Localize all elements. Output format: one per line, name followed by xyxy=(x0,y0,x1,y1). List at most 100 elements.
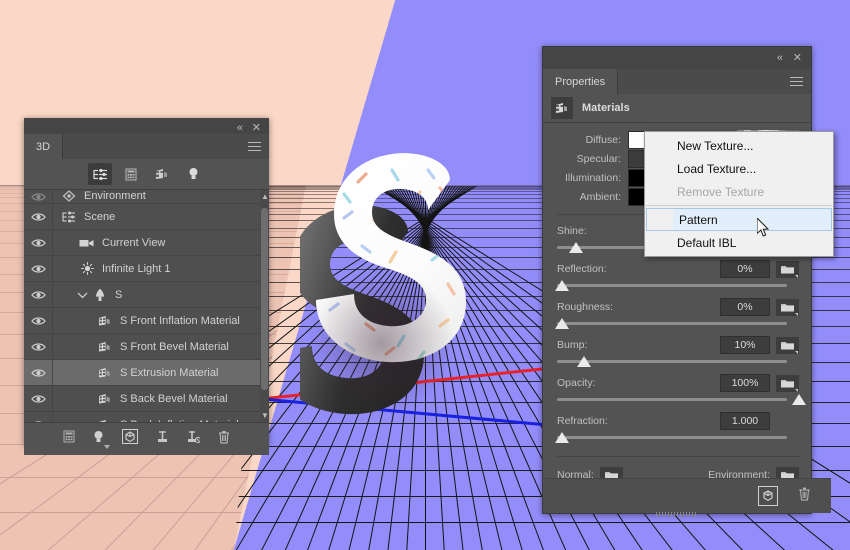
scene-tree-row[interactable]: S Back Inflation Material xyxy=(24,412,269,424)
letter-s-3d-object[interactable] xyxy=(274,148,535,443)
render-icon[interactable] xyxy=(122,429,138,449)
material-property-value[interactable]: 10% xyxy=(720,336,770,354)
visibility-toggle[interactable] xyxy=(24,360,53,385)
material-property-value[interactable]: 100% xyxy=(720,374,770,392)
scene-tree-row[interactable]: S Back Bevel Material xyxy=(24,386,269,412)
material-property-slider[interactable] xyxy=(557,356,799,370)
visibility-toggle[interactable] xyxy=(24,282,53,307)
scene-filter-icon[interactable] xyxy=(88,163,112,185)
chevron-down-icon[interactable] xyxy=(795,388,798,392)
scene-tree-row[interactable]: Infinite Light 1 xyxy=(24,256,269,282)
scene-tree-row[interactable]: Environment xyxy=(24,190,269,204)
scene-tree-row[interactable]: S Front Inflation Material xyxy=(24,308,269,334)
material-property-value[interactable]: 1.000 xyxy=(720,412,770,430)
scene-tree-row[interactable]: Scene xyxy=(24,204,269,230)
slider-thumb[interactable] xyxy=(554,280,569,291)
texture-folder-button[interactable] xyxy=(776,374,799,392)
disclosure-triangle-icon[interactable] xyxy=(77,291,88,299)
collapse-icon[interactable]: « xyxy=(237,122,243,134)
slider-track[interactable] xyxy=(557,284,787,287)
material-property-slider[interactable] xyxy=(557,394,806,408)
eye-icon[interactable] xyxy=(30,316,46,326)
slider-thumb[interactable] xyxy=(554,432,569,443)
tab-3d[interactable]: 3D xyxy=(24,134,64,159)
scene-tree-row[interactable]: S xyxy=(24,282,269,308)
properties-panel[interactable]: « ✕ Properties Materials Diffuse: Specul… xyxy=(542,46,831,517)
remove-constraint-icon[interactable] xyxy=(187,430,202,449)
texture-context-menu[interactable]: New Texture... Load Texture... Remove Text… xyxy=(644,131,834,257)
scrollbar-thumb[interactable] xyxy=(261,208,268,390)
3d-panel-footer-toolbar[interactable] xyxy=(24,423,269,455)
material-property-value[interactable]: 0% xyxy=(720,260,770,278)
eye-icon[interactable] xyxy=(30,342,46,352)
visibility-toggle[interactable] xyxy=(24,334,53,359)
context-menu-item[interactable]: New Texture... xyxy=(645,134,833,157)
material-property-slider[interactable] xyxy=(554,432,799,446)
scene-tree-row[interactable]: S Front Bevel Material xyxy=(24,334,269,360)
visibility-toggle[interactable] xyxy=(24,308,53,333)
eye-icon[interactable] xyxy=(30,212,46,222)
context-menu-item[interactable]: Default IBL xyxy=(645,231,833,254)
slider-thumb[interactable] xyxy=(554,318,569,329)
camera-icon xyxy=(79,239,94,246)
properties-tabs[interactable]: Properties xyxy=(543,69,811,94)
add-constraint-icon[interactable] xyxy=(156,430,169,449)
collapse-icon[interactable]: « xyxy=(777,52,783,64)
lights-filter-icon[interactable] xyxy=(181,163,205,185)
slider-thumb[interactable] xyxy=(569,242,584,253)
eye-icon[interactable] xyxy=(30,264,46,274)
close-icon[interactable]: ✕ xyxy=(252,122,261,134)
resize-grip[interactable] xyxy=(656,512,698,517)
3d-filter-toolbar[interactable] xyxy=(24,159,269,190)
scene-tree-row[interactable]: S Extrusion Material xyxy=(24,360,269,386)
texture-folder-button[interactable] xyxy=(776,298,799,316)
materials-filter-icon[interactable] xyxy=(150,163,174,185)
eye-icon[interactable] xyxy=(30,290,46,300)
eye-icon[interactable] xyxy=(30,394,46,404)
texture-folder-button[interactable] xyxy=(776,260,799,278)
delete-icon[interactable] xyxy=(218,430,230,449)
visibility-toggle[interactable] xyxy=(24,190,53,203)
material-property-value[interactable]: 0% xyxy=(720,298,770,316)
close-icon[interactable]: ✕ xyxy=(793,52,802,64)
visibility-toggle[interactable] xyxy=(24,256,53,281)
eye-icon[interactable] xyxy=(30,192,46,202)
texture-folder-button[interactable] xyxy=(776,336,799,354)
context-menu-item[interactable]: Pattern xyxy=(646,208,832,231)
chevron-down-icon[interactable] xyxy=(795,312,798,316)
add-light-icon[interactable] xyxy=(93,430,110,449)
3d-panel-tabs[interactable]: 3D xyxy=(24,134,269,159)
chevron-down-icon[interactable] xyxy=(795,350,798,354)
3d-panel[interactable]: « ✕ 3D Environment Scene Current View In… xyxy=(24,118,269,455)
eye-icon[interactable] xyxy=(30,238,46,248)
panel-menu-icon[interactable] xyxy=(248,142,261,154)
slider-thumb[interactable] xyxy=(792,394,806,405)
slider-track[interactable] xyxy=(557,436,787,439)
slider-thumb[interactable] xyxy=(576,356,591,367)
scene-list-scrollbar[interactable]: ▲ ▼ xyxy=(260,190,269,422)
panel-menu-icon[interactable] xyxy=(790,77,803,89)
visibility-toggle[interactable] xyxy=(24,386,53,411)
eye-icon[interactable] xyxy=(31,420,46,424)
load-material-icon[interactable] xyxy=(758,486,778,506)
material-property-slider[interactable] xyxy=(554,318,799,332)
visibility-toggle[interactable] xyxy=(24,230,53,255)
visibility-toggle[interactable] xyxy=(24,204,53,229)
delete-material-icon[interactable] xyxy=(798,486,811,506)
context-menu-item[interactable]: Load Texture... xyxy=(645,157,833,180)
properties-footer-toolbar[interactable] xyxy=(543,478,831,513)
tab-properties[interactable]: Properties xyxy=(543,69,619,94)
slider-track[interactable] xyxy=(557,360,787,363)
eye-icon[interactable] xyxy=(30,368,46,378)
visibility-toggle[interactable] xyxy=(24,412,53,424)
slider-track[interactable] xyxy=(557,322,787,325)
scroll-up-arrow-icon[interactable]: ▲ xyxy=(261,193,269,201)
material-property-slider[interactable] xyxy=(554,280,799,294)
chevron-down-icon[interactable] xyxy=(795,274,798,278)
scroll-down-arrow-icon[interactable]: ▼ xyxy=(261,412,269,420)
mesh-filter-icon[interactable] xyxy=(119,163,143,185)
slider-track[interactable] xyxy=(557,398,787,401)
add-mesh-icon[interactable] xyxy=(63,430,75,448)
scene-tree-row[interactable]: Current View xyxy=(24,230,269,256)
scene-tree-list[interactable]: Environment Scene Current View Infinite Lig… xyxy=(24,190,269,423)
